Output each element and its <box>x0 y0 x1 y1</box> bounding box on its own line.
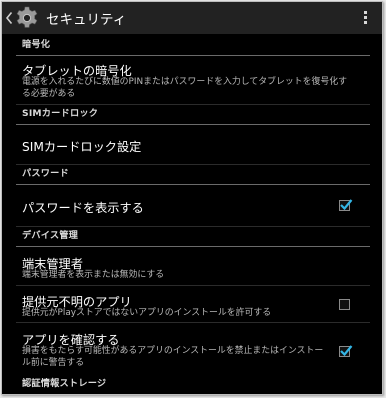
overflow-menu-icon[interactable] <box>362 11 368 27</box>
show-password-checkbox[interactable] <box>339 199 353 211</box>
encrypt-tablet-summary: 電源を入れるたびに数値のPINまたはパスワードを入力してタブレットを復号化する必… <box>22 77 347 99</box>
device-administrators-item[interactable]: 端末管理者 端末管理者を表示または無効にする <box>16 247 370 286</box>
unknown-sources-item[interactable]: 提供元不明のアプリ 提供元がPlayストアではないアプリのインストールを許可する <box>16 286 370 323</box>
checkmark-icon <box>340 199 353 211</box>
show-password-item[interactable]: パスワードを表示する <box>16 185 370 227</box>
section-header-sim-lock: SIMカードロック <box>16 105 370 125</box>
section-header-password: パスワード <box>16 165 370 185</box>
action-bar: セキュリティ <box>2 2 382 34</box>
encrypt-tablet-item[interactable]: タブレットの暗号化 電源を入れるたびに数値のPINまたはパスワードを入力してタブ… <box>16 56 370 105</box>
chevron-left-icon <box>5 11 13 25</box>
verify-apps-summary: 損害をもたらす可能性があるアプリのインストールを禁止またはインストール前に警告す… <box>22 346 324 368</box>
checkmark-icon <box>340 345 353 357</box>
unknown-sources-summary: 提供元がPlayストアではないアプリのインストールを許可する <box>22 308 272 318</box>
section-header-credential-storage: 認証情報ストレージ <box>16 375 370 394</box>
device-administrators-summary: 端末管理者を表示または無効にする <box>22 270 165 280</box>
show-password-title: パスワードを表示する <box>22 201 144 215</box>
section-header-encryption: 暗号化 <box>16 36 370 56</box>
verify-apps-checkbox[interactable] <box>339 345 353 357</box>
section-header-device-admin: デバイス管理 <box>16 227 370 247</box>
screen-frame: セキュリティ 暗号化 タブレットの暗号化 電源を入れるたびに数値のPINまたはパ… <box>1 1 383 395</box>
verify-apps-item[interactable]: アプリを確認する 損害をもたらす可能性があるアプリのインストールを禁止またはイン… <box>16 323 370 373</box>
sim-lock-settings-title: SIMカードロック設定 <box>22 140 142 154</box>
unknown-sources-checkbox[interactable] <box>339 299 350 310</box>
page-title: セキュリティ <box>46 12 127 28</box>
sim-lock-settings-item[interactable]: SIMカードロック設定 <box>16 125 370 165</box>
gear-icon <box>16 6 38 28</box>
up-navigation-button[interactable] <box>2 2 40 34</box>
